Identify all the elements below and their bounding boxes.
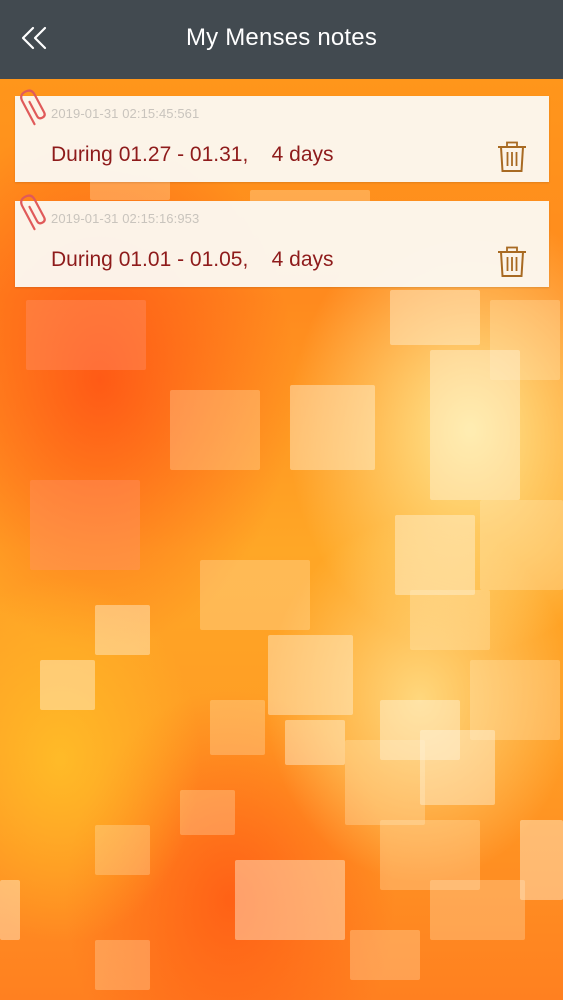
note-card[interactable]: 2019-01-31 02:15:16:953 During 01.01 - 0… bbox=[15, 194, 549, 287]
bokeh-square bbox=[210, 700, 265, 755]
bokeh-square bbox=[235, 860, 345, 940]
bokeh-square bbox=[95, 940, 150, 990]
note-timestamp: 2019-01-31 02:15:16:953 bbox=[51, 211, 200, 226]
bokeh-square bbox=[40, 660, 95, 710]
bokeh-square bbox=[95, 605, 150, 655]
bokeh-square bbox=[420, 730, 495, 805]
trash-icon bbox=[498, 141, 526, 172]
bokeh-square bbox=[410, 590, 490, 650]
bokeh-square bbox=[285, 720, 345, 765]
bokeh-square bbox=[290, 385, 375, 470]
bokeh-square bbox=[30, 480, 140, 570]
bokeh-square bbox=[268, 635, 353, 715]
delete-note-button[interactable] bbox=[495, 245, 535, 281]
bokeh-square bbox=[0, 880, 20, 940]
bokeh-square bbox=[520, 820, 563, 900]
bokeh-square bbox=[395, 515, 475, 595]
bokeh-square bbox=[170, 390, 260, 470]
bokeh-square bbox=[95, 825, 150, 875]
page-title: My Menses notes bbox=[185, 24, 378, 51]
delete-note-button[interactable] bbox=[495, 140, 535, 176]
paperclip-icon bbox=[20, 194, 46, 231]
bokeh-square bbox=[26, 300, 146, 370]
bokeh-square bbox=[180, 790, 235, 835]
bokeh-square bbox=[430, 880, 525, 940]
bokeh-square bbox=[345, 740, 425, 825]
navigation-bar: My Menses notes bbox=[0, 0, 563, 79]
paperclip-icon bbox=[20, 89, 46, 126]
screen: My Menses notes 2019-01-31 02:15:45:561 … bbox=[0, 0, 563, 1000]
bokeh-square bbox=[390, 290, 480, 345]
bokeh-square bbox=[480, 500, 563, 590]
bokeh-square bbox=[350, 930, 420, 980]
note-card[interactable]: 2019-01-31 02:15:45:561 During 01.27 - 0… bbox=[15, 89, 549, 182]
note-timestamp: 2019-01-31 02:15:45:561 bbox=[51, 106, 200, 121]
note-period-text: During 01.01 - 01.05, 4 days bbox=[51, 248, 334, 271]
trash-icon bbox=[498, 246, 526, 277]
bokeh-square bbox=[470, 660, 560, 740]
bokeh-square bbox=[490, 300, 560, 380]
note-period-text: During 01.27 - 01.31, 4 days bbox=[51, 143, 334, 166]
bokeh-square bbox=[200, 560, 310, 630]
